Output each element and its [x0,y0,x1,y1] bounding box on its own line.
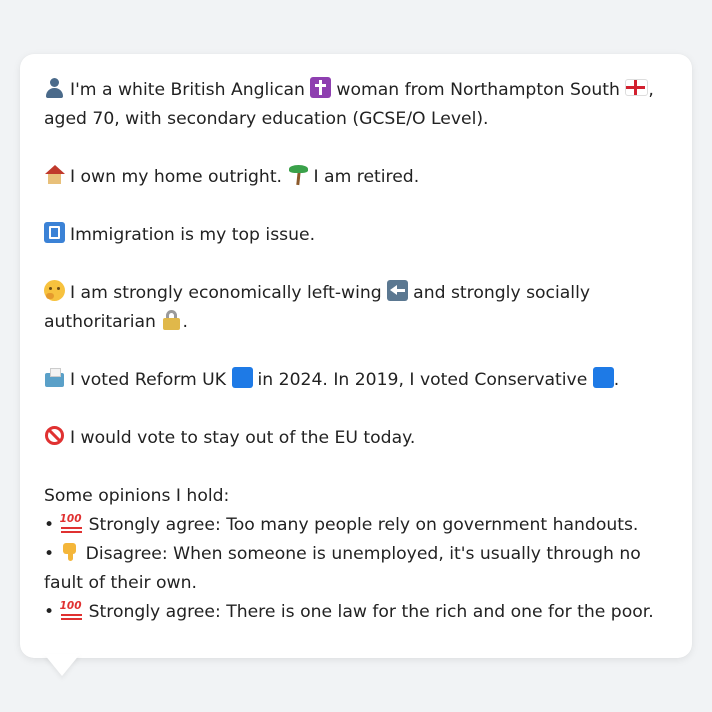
blue-square-icon [231,367,253,388]
lock-icon [161,309,182,330]
message-bubble: I'm a white British Anglican woman from … [20,54,692,658]
eu-line: I would vote to stay out of the EU today… [44,424,670,453]
person-icon [44,77,65,98]
bullet: • [44,544,55,564]
votes-text-end: . [613,370,620,390]
intro-line: I'm a white British Anglican woman from … [44,76,670,134]
bullet: • [44,602,55,622]
opinion-item: • Strongly agree: There is one law for t… [44,598,670,627]
chat-stage: I'm a white British Anglican woman from … [0,0,712,712]
intro-text-b: woman from Northampton South [336,80,620,100]
house-icon [44,164,65,185]
opinion-text: Strongly agree: There is one law for the… [88,602,654,622]
thinking-face-icon [44,280,65,301]
bubble-tail [44,654,80,676]
prohibited-icon [44,425,65,446]
housing-text: I own my home outright. [70,167,283,187]
housing-line: I own my home outright. I am retired. [44,163,670,192]
votes-text-b: in 2024. In 2019, I voted Conservative [257,370,588,390]
blue-square-icon [592,367,614,388]
opinions-heading: Some opinions I hold: [44,486,230,506]
passport-control-icon [44,222,65,243]
ideology-text-end: . [182,312,188,332]
eu-text: I would vote to stay out of the EU today… [70,428,416,448]
left-arrow-icon [387,280,409,301]
issue-line: Immigration is my top issue. [44,221,670,250]
hundred-points-icon [60,512,84,533]
votes-text-a: I voted Reform UK [70,370,227,390]
palm-tree-icon [288,164,309,185]
ideology-line: I am strongly economically left-wing and… [44,279,670,337]
work-text: I am retired. [313,167,420,187]
ballot-box-icon [44,367,65,388]
ideology-text-a: I am strongly economically left-wing [70,283,382,303]
bullet: • [44,515,55,535]
issue-text: Immigration is my top issue. [70,225,316,245]
opinion-text: Strongly agree: Too many people rely on … [88,515,639,535]
cross-icon [310,77,332,98]
votes-line: I voted Reform UK in 2024. In 2019, I vo… [44,366,670,395]
intro-text-a: I'm a white British Anglican [70,80,305,100]
england-flag-icon [625,79,649,96]
opinion-item: • Strongly agree: Too many people rely o… [44,511,670,540]
hundred-points-icon [60,599,84,620]
opinion-item: • Disagree: When someone is unemployed, … [44,540,670,598]
thumbs-down-icon [60,541,81,562]
opinion-text: Disagree: When someone is unemployed, it… [44,544,641,593]
